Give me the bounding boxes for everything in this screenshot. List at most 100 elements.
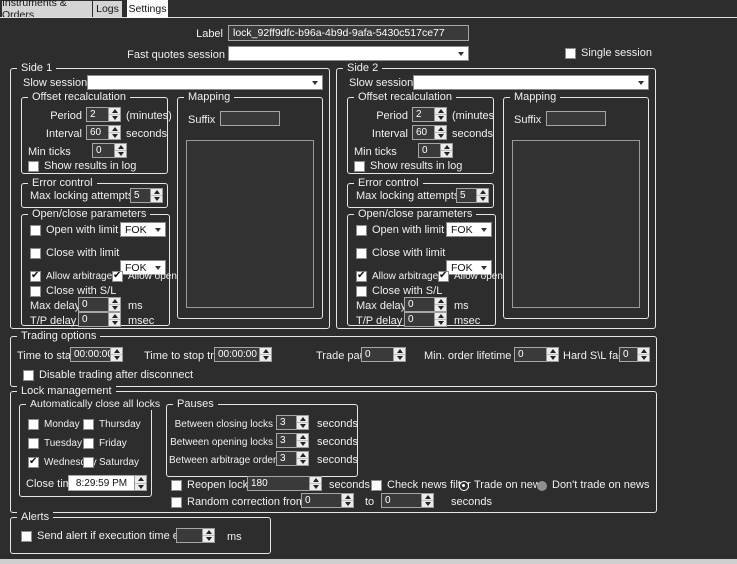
- period-spinner[interactable]: 2: [412, 107, 447, 122]
- checkbox-box[interactable]: [23, 370, 34, 381]
- spin-value[interactable]: 0: [361, 347, 393, 362]
- checkbox-box[interactable]: [30, 248, 41, 259]
- tab-settings[interactable]: Settings: [127, 0, 168, 18]
- spin-down-button[interactable]: [477, 195, 488, 202]
- day-friday-checkbox[interactable]: Friday: [83, 437, 127, 450]
- spin-down-button[interactable]: [342, 500, 353, 507]
- max-locking-spinner[interactable]: 5: [130, 188, 163, 203]
- checkbox-box[interactable]: [28, 161, 39, 172]
- spin-down-button[interactable]: [297, 440, 308, 447]
- checkbox-box[interactable]: [171, 497, 182, 508]
- spin-down-button[interactable]: [109, 319, 120, 326]
- start-trade-spinner[interactable]: 00:00:00: [70, 347, 123, 362]
- period-spinner[interactable]: 2: [86, 107, 121, 122]
- reopen-after-spinner[interactable]: 180: [247, 476, 322, 491]
- spin-down-button[interactable]: [435, 319, 446, 326]
- hard-sl-factor-spinner[interactable]: 0: [619, 347, 650, 362]
- spin-down-button[interactable]: [638, 354, 649, 361]
- spin-value[interactable]: 0: [381, 493, 421, 508]
- allow-arbitrage-checkbox[interactable]: Allow arbitrage: [30, 270, 112, 283]
- label-input[interactable]: lock_92ff9dfc-b96a-4b9d-9afa-5430c517ce7…: [228, 25, 469, 41]
- checkbox-box[interactable]: [83, 457, 94, 468]
- checkbox-box[interactable]: [354, 161, 365, 172]
- spin-down-button[interactable]: [435, 304, 446, 311]
- allow-open-checkbox[interactable]: Allow open: [438, 270, 503, 283]
- interval-spinner[interactable]: 60: [86, 125, 121, 140]
- radio-button[interactable]: [459, 481, 469, 491]
- checkbox-box[interactable]: [565, 48, 576, 59]
- open-limit-type-select[interactable]: FOK: [446, 222, 492, 237]
- checkbox-box[interactable]: [28, 438, 39, 449]
- trade-pause-spinner[interactable]: 0: [361, 347, 406, 362]
- checkbox-box[interactable]: [112, 271, 123, 282]
- order-lifetime-spinner[interactable]: 0: [514, 347, 559, 362]
- min-ticks-spinner[interactable]: 0: [418, 143, 453, 158]
- checkbox-box[interactable]: [371, 480, 382, 491]
- spin-value[interactable]: 5: [456, 188, 476, 203]
- random-correction-checkbox[interactable]: Random correction from: [171, 496, 305, 509]
- checkbox-box[interactable]: [28, 419, 39, 430]
- spin-value[interactable]: 2: [86, 107, 108, 122]
- spin-down-button[interactable]: [109, 304, 120, 311]
- allow-open-checkbox[interactable]: Allow open: [112, 270, 177, 283]
- spin-value[interactable]: 0: [514, 347, 546, 362]
- spin-value[interactable]: 0: [78, 312, 108, 327]
- slow-session1-select[interactable]: [87, 75, 323, 90]
- min-ticks-spinner[interactable]: 0: [92, 143, 127, 158]
- check-news-filter-checkbox[interactable]: Check news filter: [371, 479, 471, 492]
- spin-down-button[interactable]: [135, 483, 146, 491]
- spin-value[interactable]: 3: [276, 415, 296, 430]
- tab-logs[interactable]: Logs: [93, 1, 122, 17]
- mapping-listbox[interactable]: [512, 140, 640, 308]
- spin-down-button[interactable]: [260, 354, 271, 361]
- spin-down-button[interactable]: [203, 535, 214, 542]
- spin-down-button[interactable]: [109, 114, 120, 121]
- fast-quotes-select[interactable]: [228, 46, 469, 61]
- close-with-limit-checkbox[interactable]: Close with limit: [356, 247, 445, 260]
- tab-instruments-orders[interactable]: Instruments & Orders: [2, 1, 92, 17]
- slow-session2-select[interactable]: [413, 75, 649, 90]
- disable-trading-checkbox[interactable]: Disable trading after disconnect: [23, 369, 193, 382]
- tp-delay-spinner[interactable]: 0: [404, 312, 447, 327]
- stop-trade-spinner[interactable]: 00:00:00: [214, 347, 272, 362]
- spin-value[interactable]: 0: [404, 312, 434, 327]
- random-to-spinner[interactable]: 0: [381, 493, 434, 508]
- spin-value[interactable]: 0: [404, 297, 434, 312]
- open-with-limit-checkbox[interactable]: Open with limit: [30, 224, 118, 237]
- max-locking-spinner[interactable]: 5: [456, 188, 489, 203]
- spin-down-button[interactable]: [435, 132, 446, 139]
- checkbox-box[interactable]: [28, 457, 39, 468]
- checkbox-box[interactable]: [356, 271, 367, 282]
- spin-value[interactable]: 00:00:00: [214, 347, 259, 362]
- spin-value[interactable]: 2: [412, 107, 434, 122]
- spin-down-button[interactable]: [310, 483, 321, 490]
- max-delay-spinner[interactable]: 0: [404, 297, 447, 312]
- opening-locks-spinner[interactable]: 3: [276, 433, 309, 448]
- spin-down-button[interactable]: [297, 422, 308, 429]
- spin-value[interactable]: 5: [130, 188, 150, 203]
- spin-value[interactable]: 0: [619, 347, 637, 362]
- spin-down-button[interactable]: [441, 150, 452, 157]
- checkbox-box[interactable]: [83, 438, 94, 449]
- spin-down-button[interactable]: [151, 195, 162, 202]
- spin-down-button[interactable]: [547, 354, 558, 361]
- alert-threshold-spinner[interactable]: [176, 528, 215, 543]
- allow-arbitrage-checkbox[interactable]: Allow arbitrage: [356, 270, 438, 283]
- show-results-checkbox[interactable]: Show results in log: [28, 160, 136, 173]
- suffix-input[interactable]: [220, 111, 280, 126]
- mapping-listbox[interactable]: [186, 140, 314, 308]
- spin-value[interactable]: 3: [276, 433, 296, 448]
- spin-value[interactable]: 0: [78, 297, 108, 312]
- checkbox-box[interactable]: [30, 271, 41, 282]
- checkbox-box[interactable]: [356, 286, 367, 297]
- spin-down-button[interactable]: [394, 354, 405, 361]
- checkbox-box[interactable]: [356, 225, 367, 236]
- spin-down-button[interactable]: [297, 458, 308, 465]
- spin-down-button[interactable]: [109, 132, 120, 139]
- checkbox-box[interactable]: [171, 480, 182, 491]
- open-with-limit-checkbox[interactable]: Open with limit: [356, 224, 444, 237]
- spin-value[interactable]: 0: [301, 493, 341, 508]
- spin-value[interactable]: 60: [86, 125, 108, 140]
- suffix-input[interactable]: [546, 111, 606, 126]
- spin-value[interactable]: 00:00:00: [70, 347, 110, 362]
